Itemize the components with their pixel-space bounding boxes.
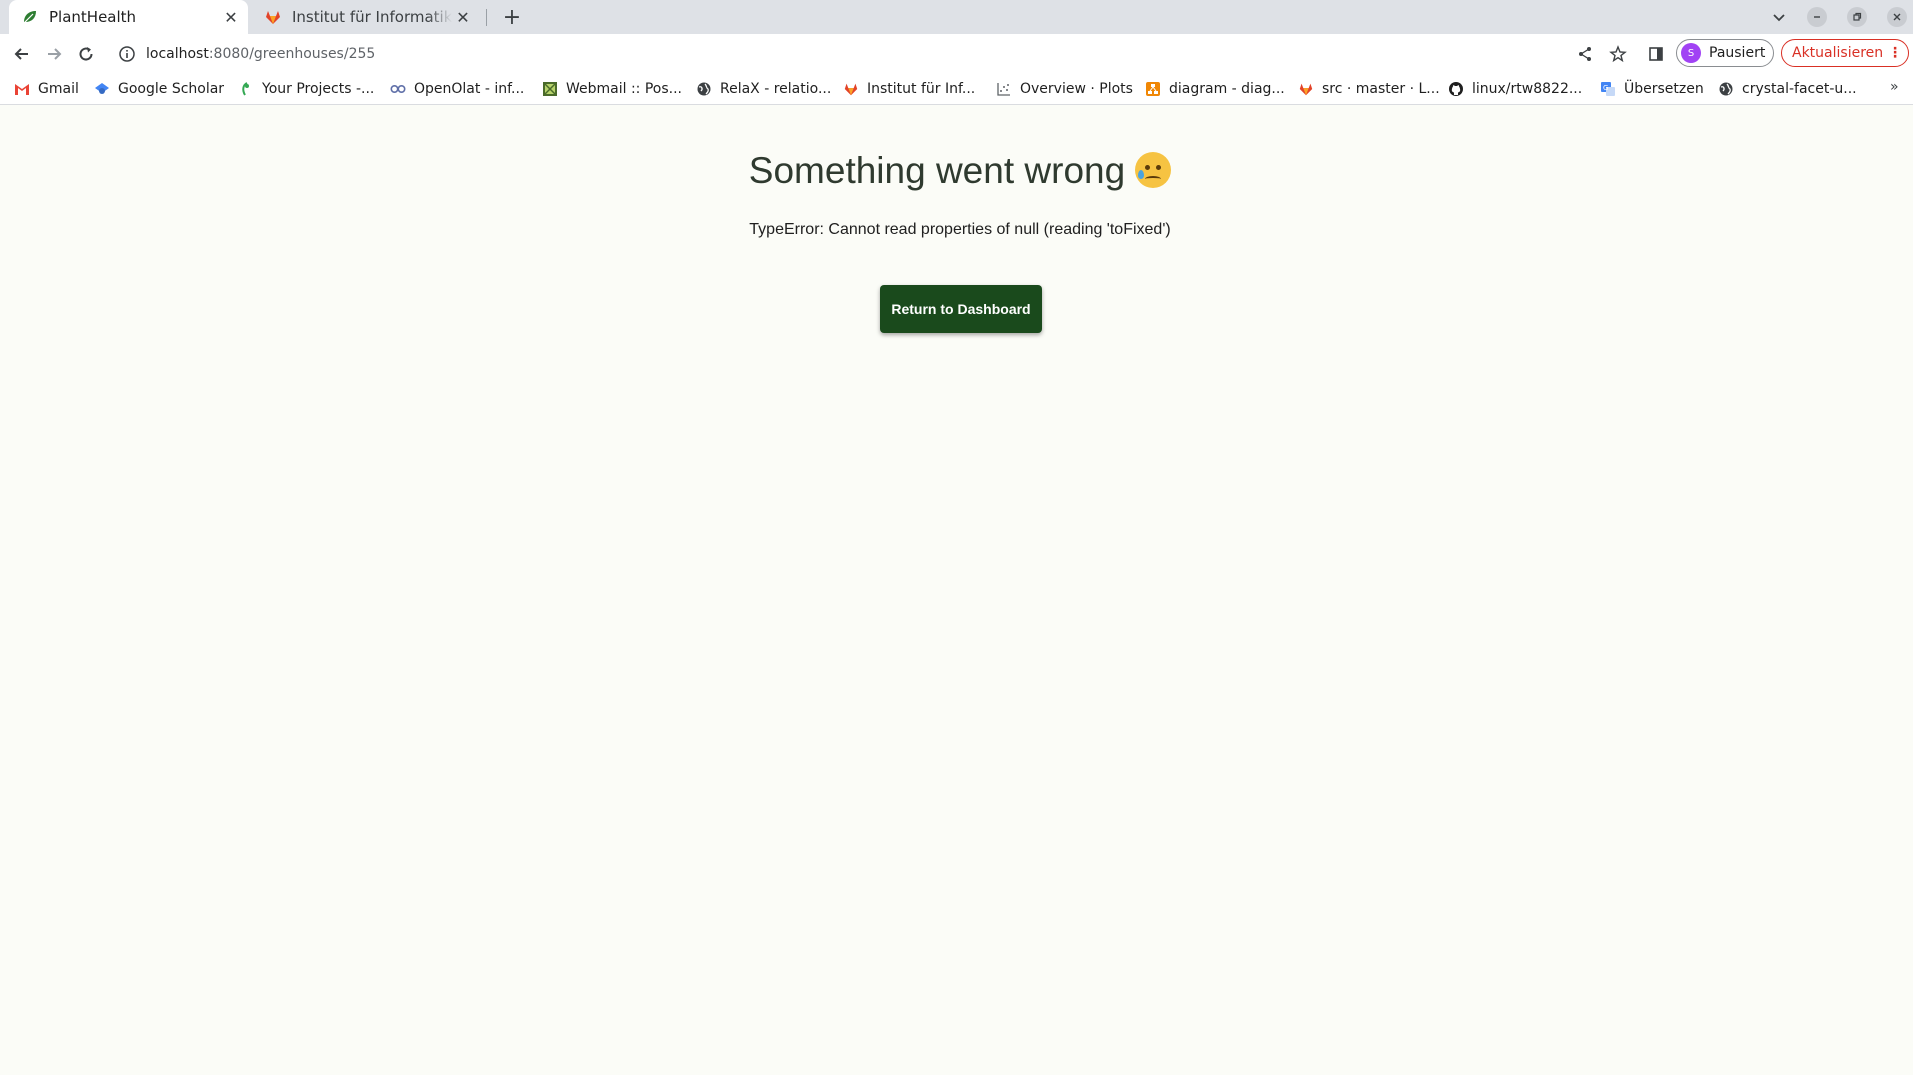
crying-face-icon <box>1135 152 1172 188</box>
url-host: localhost <box>146 45 209 62</box>
openolat-icon <box>390 81 406 97</box>
tab-strip: PlantHealth ✕ Institut für Informatik / … <box>0 0 1913 34</box>
reload-icon[interactable] <box>74 42 98 66</box>
address-bar[interactable]: localhost:8080/greenhouses/255 <box>108 38 1608 69</box>
url-path: :8080/greenhouses/255 <box>208 45 376 62</box>
gmail-icon <box>14 81 30 97</box>
bookmark-linux-rtw[interactable]: linux/rtw8822... <box>1448 79 1582 99</box>
tab-search-chevron-icon[interactable] <box>1768 6 1790 28</box>
tab-title: Institut für Informatik / Gi <box>292 8 452 26</box>
site-info-icon[interactable] <box>118 45 136 63</box>
gitlab-icon <box>843 81 859 97</box>
bookmark-label: Institut für Inf... <box>867 81 976 97</box>
tab-title: PlantHealth <box>49 8 137 26</box>
bookmark-institut[interactable]: Institut für Inf... <box>843 79 975 99</box>
share-icon[interactable] <box>1573 42 1597 66</box>
bookmark-label: Gmail <box>38 81 79 97</box>
error-message: TypeError: Cannot read properties of nul… <box>749 221 1171 238</box>
bookmark-overview-plots[interactable]: Overview · Plots <box>996 79 1133 99</box>
bookmark-label: RelaX - relatio... <box>720 81 832 97</box>
more-bookmarks-button[interactable]: » <box>1890 79 1899 95</box>
gitlab-icon <box>1298 81 1314 97</box>
error-heading: Something went wrong <box>0 150 1913 192</box>
bookmark-label: OpenOlat - inf... <box>414 81 525 97</box>
restore-icon[interactable] <box>1847 7 1867 27</box>
bookmark-google-scholar[interactable]: Google Scholar <box>94 79 224 99</box>
diagram-icon <box>1145 81 1161 97</box>
side-panel-icon[interactable] <box>1644 42 1668 66</box>
bookmark-label: Google Scholar <box>118 81 225 97</box>
bookmark-star-icon[interactable] <box>1606 42 1630 66</box>
back-arrow-icon[interactable] <box>10 42 34 66</box>
projects-icon <box>238 81 254 97</box>
plots-icon <box>996 81 1012 97</box>
bookmarks-bar: Gmail Google Scholar Your Projects -... … <box>0 73 1913 105</box>
return-to-dashboard-button[interactable]: Return to Dashboard <box>880 285 1042 333</box>
tab-planthealth[interactable]: PlantHealth ✕ <box>9 0 248 34</box>
menu-dots-icon[interactable]: ⋮ <box>1888 45 1902 61</box>
bookmark-label: Overview · Plots <box>1020 81 1133 97</box>
bookmark-crystal-facet[interactable]: crystal-facet-u... <box>1718 79 1857 99</box>
bookmark-diagram[interactable]: diagram - diag... <box>1145 79 1285 99</box>
browser-toolbar: localhost:8080/greenhouses/255 S Pausier… <box>0 34 1913 73</box>
close-tab-icon[interactable]: ✕ <box>220 6 242 28</box>
scholar-icon <box>94 81 110 97</box>
profile-button[interactable]: S Pausiert <box>1676 39 1774 67</box>
github-icon <box>1448 81 1464 97</box>
globe-icon <box>696 81 712 97</box>
bookmark-label: diagram - diag... <box>1169 81 1285 97</box>
bookmark-label: src · master · L... <box>1322 81 1440 97</box>
bookmark-gmail[interactable]: Gmail <box>14 79 79 99</box>
close-tab-icon[interactable]: ✕ <box>452 6 474 28</box>
bookmark-your-projects[interactable]: Your Projects -... <box>238 79 374 99</box>
bookmark-label: Webmail :: Pos... <box>566 81 683 97</box>
tab-institut[interactable]: Institut für Informatik / Gi ✕ <box>252 0 480 34</box>
bookmark-webmail[interactable]: Webmail :: Pos... <box>542 79 682 99</box>
tab-separator <box>486 9 487 26</box>
bookmark-relax[interactable]: RelaX - relatio... <box>696 79 831 99</box>
minimize-icon[interactable] <box>1807 7 1827 27</box>
webmail-icon <box>542 81 558 97</box>
avatar: S <box>1681 43 1701 63</box>
bookmark-label: Übersetzen <box>1624 81 1704 97</box>
bookmark-src-master[interactable]: src · master · L... <box>1298 79 1440 99</box>
bookmark-label: linux/rtw8822... <box>1472 81 1583 97</box>
bookmark-openolat[interactable]: OpenOlat - inf... <box>390 79 524 99</box>
new-tab-button[interactable]: + <box>500 5 524 30</box>
svg-text:G: G <box>1603 84 1608 92</box>
profile-status-label: Pausiert <box>1709 45 1766 61</box>
page-content: Something went wrong TypeError: Cannot r… <box>0 106 1913 1075</box>
globe-icon <box>1718 81 1734 97</box>
close-window-icon[interactable] <box>1887 7 1907 27</box>
bookmark-label: Your Projects -... <box>262 81 375 97</box>
forward-arrow-icon[interactable] <box>42 42 66 66</box>
update-button[interactable]: Aktualisieren ⋮ <box>1781 39 1909 67</box>
bookmark-uebersetzen[interactable]: G Übersetzen <box>1600 79 1704 99</box>
translate-icon: G <box>1600 81 1616 97</box>
plant-leaf-icon <box>23 11 36 24</box>
update-label: Aktualisieren <box>1792 45 1884 61</box>
page-title: Something went wrong <box>748 150 1126 191</box>
gitlab-icon <box>266 11 280 24</box>
bookmark-label: crystal-facet-u... <box>1742 81 1857 97</box>
